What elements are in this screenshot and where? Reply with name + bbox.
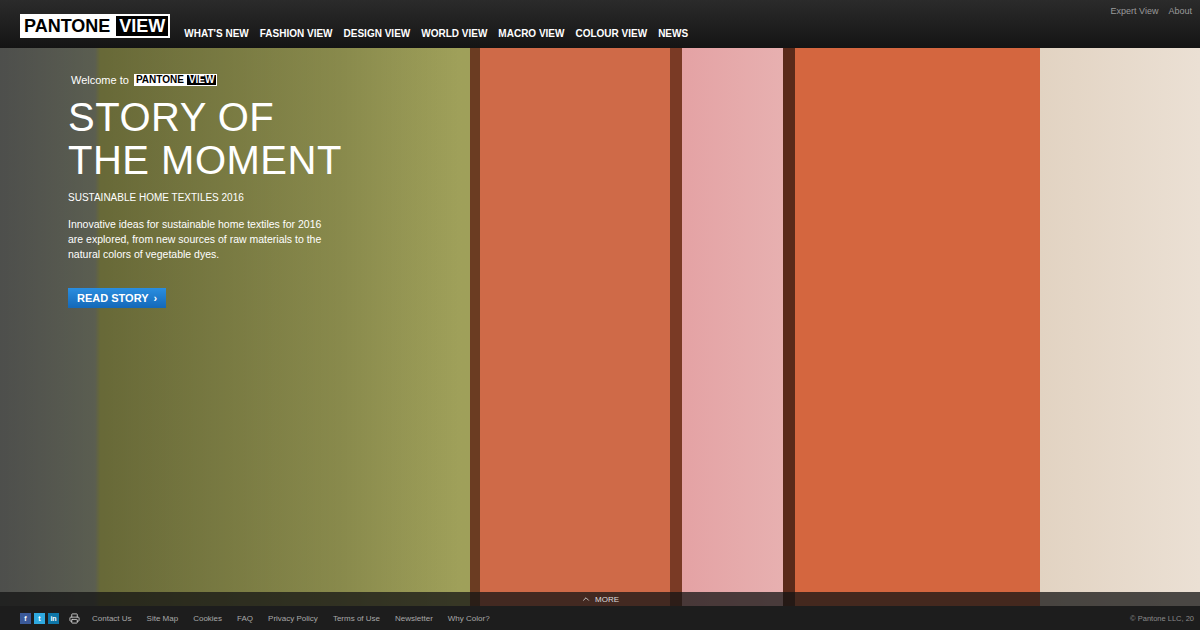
nav-item[interactable]: DESIGN VIEW xyxy=(344,28,411,39)
hero-content: Welcome toPANTONEVIEW STORY OFTHE MOMENT S… xyxy=(0,48,340,308)
social-links: ftin xyxy=(20,613,59,624)
welcome: Welcome toPANTONEVIEW xyxy=(71,74,217,86)
utility-links: Expert View About xyxy=(1111,6,1192,16)
more-bar[interactable]: MORE xyxy=(0,592,1200,606)
welcome-logo: PANTONEVIEW xyxy=(134,74,218,86)
utility-link[interactable]: About xyxy=(1168,6,1192,16)
footer-link[interactable]: Contact Us xyxy=(92,614,132,623)
footer: ftin Contact Us Site Map Cookies FAQ Privacy … xyxy=(0,606,1200,630)
copyright: © Pantone LLC, 20 xyxy=(1130,614,1194,623)
nav-item[interactable]: WHAT'S NEW xyxy=(184,28,248,39)
nav-item[interactable]: COLOUR VIEW xyxy=(575,28,647,39)
nav-item[interactable]: MACRO VIEW xyxy=(498,28,564,39)
print-button[interactable] xyxy=(69,613,80,624)
nav-item[interactable]: WORLD VIEW xyxy=(421,28,487,39)
printer-icon xyxy=(69,613,80,624)
logo[interactable]: PANTONEVIEW xyxy=(20,14,170,38)
footer-link[interactable]: Site Map xyxy=(147,614,179,623)
hero-description: Innovative ideas for sustainable home te… xyxy=(68,217,333,262)
hero: Welcome toPANTONEVIEW STORY OFTHE MOMENT S… xyxy=(0,48,1200,606)
nav-item[interactable]: FASHION VIEW xyxy=(260,28,333,39)
read-story-button[interactable]: READ STORY› xyxy=(68,288,166,308)
social-icon[interactable]: in xyxy=(48,613,59,624)
footer-link[interactable]: Why Color? xyxy=(448,614,490,623)
social-icon[interactable]: t xyxy=(34,613,45,624)
page: PANTONEVIEW WHAT'S NEW FASHION VIEW DESIGN … xyxy=(0,0,1200,630)
footer-link[interactable]: FAQ xyxy=(237,614,253,623)
footer-links: Contact Us Site Map Cookies FAQ Privacy Poli… xyxy=(92,614,490,623)
footer-link[interactable]: Newsletter xyxy=(395,614,433,623)
chevron-up-icon xyxy=(581,594,591,604)
hero-title: STORY OFTHE MOMENT xyxy=(68,96,342,182)
utility-link[interactable]: Expert View xyxy=(1111,6,1159,16)
footer-link[interactable]: Privacy Policy xyxy=(268,614,318,623)
hero-subtitle: SUSTAINABLE HOME TEXTILES 2016 xyxy=(68,192,244,203)
header: PANTONEVIEW WHAT'S NEW FASHION VIEW DESIGN … xyxy=(0,0,1200,48)
social-icon[interactable]: f xyxy=(20,613,31,624)
footer-link[interactable]: Cookies xyxy=(193,614,222,623)
nav-item[interactable]: NEWS xyxy=(658,28,688,39)
footer-link[interactable]: Terms of Use xyxy=(333,614,380,623)
main-nav: WHAT'S NEW FASHION VIEW DESIGN VIEW WORLD V… xyxy=(184,14,688,39)
